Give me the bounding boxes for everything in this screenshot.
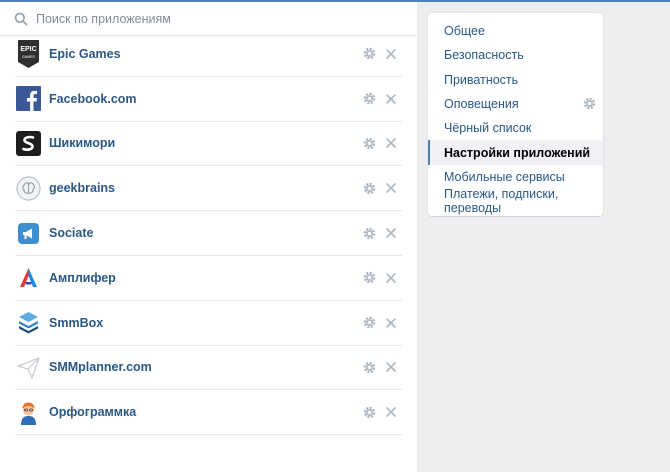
shikimori-logo (16, 130, 41, 156)
gear-icon[interactable] (362, 271, 376, 285)
gear-icon[interactable] (362, 226, 376, 240)
close-icon[interactable] (384, 271, 398, 285)
gear-icon[interactable] (362, 92, 376, 106)
app-row: Sociate (15, 211, 402, 256)
menu-item-label: Платежи, подписки, переводы (444, 187, 559, 216)
gear-icon[interactable] (362, 405, 376, 419)
amplifr-logo (16, 265, 41, 290)
menu-item-notifications[interactable]: Оповещения (428, 92, 603, 116)
settings-menu: Общее Безопасность Приватность Оповещени… (428, 13, 603, 216)
app-name[interactable]: Амплифер (49, 271, 116, 285)
close-icon[interactable] (384, 360, 398, 374)
search-bar (0, 2, 417, 36)
close-icon[interactable] (384, 47, 398, 61)
app-name[interactable]: Epic Games (49, 47, 121, 61)
apps-panel: dLogin EPICGAMES Epic Games Facebook.com (0, 2, 417, 472)
app-name[interactable]: Facebook.com (49, 92, 137, 106)
app-row: Facebook.com (15, 77, 402, 122)
geekbrains-logo (16, 176, 41, 201)
close-icon[interactable] (384, 316, 398, 330)
menu-item-mobile-services[interactable]: Мобильные сервисы (428, 165, 603, 189)
menu-item-blacklist[interactable]: Чёрный список (428, 116, 603, 140)
sociate-logo (16, 221, 41, 246)
svg-text:GAMES: GAMES (22, 55, 35, 59)
app-row: SMMplanner.com (15, 346, 402, 391)
gear-icon[interactable] (362, 360, 376, 374)
menu-item-label: Приватность (444, 72, 519, 87)
close-icon[interactable] (384, 405, 398, 419)
app-row: geekbrains (15, 166, 402, 212)
close-icon[interactable] (384, 136, 398, 150)
app-row: EPIC GAMES Epic Games (15, 32, 402, 77)
menu-item-payments[interactable]: Платежи, подписки, переводы (428, 187, 603, 216)
close-icon[interactable] (384, 226, 398, 240)
menu-item-privacy[interactable]: Приватность (428, 68, 603, 92)
gear-icon[interactable] (583, 97, 596, 110)
app-row: Амплифер (15, 256, 402, 301)
close-icon[interactable] (384, 181, 398, 195)
gear-icon[interactable] (362, 181, 376, 195)
app-row: SmmBox (15, 301, 402, 346)
epic-games-logo: EPIC GAMES (16, 39, 41, 68)
search-input[interactable] (36, 11, 356, 26)
app-name[interactable]: SMMplanner.com (49, 360, 152, 374)
close-icon[interactable] (384, 92, 398, 106)
svg-text:EPIC: EPIC (20, 46, 36, 53)
menu-item-app-settings[interactable]: Настройки приложений (428, 140, 603, 165)
menu-item-label: Общее (444, 24, 485, 39)
menu-item-general[interactable]: Общее (428, 19, 603, 43)
search-icon (14, 12, 28, 26)
menu-item-label: Оповещения (444, 97, 519, 112)
app-list: dLogin EPICGAMES Epic Games Facebook.com (15, 6, 402, 436)
app-name[interactable]: Шикимори (49, 136, 115, 150)
gear-icon[interactable] (362, 47, 376, 61)
menu-item-security[interactable]: Безопасность (428, 43, 603, 67)
menu-item-label: Настройки приложений (444, 145, 591, 160)
facebook-logo (16, 86, 41, 112)
gear-icon[interactable] (362, 136, 376, 150)
app-row: Шикимори (15, 122, 402, 167)
gear-icon[interactable] (362, 316, 376, 330)
menu-item-label: Чёрный список (444, 121, 532, 136)
smmplanner-logo (16, 355, 41, 380)
menu-item-label: Мобильные сервисы (444, 169, 565, 184)
app-name[interactable]: Орфограммка (49, 405, 136, 419)
app-row: Орфограммка (15, 390, 402, 436)
app-name[interactable]: geekbrains (49, 181, 115, 195)
orfogrammka-logo (16, 400, 41, 425)
menu-item-label: Безопасность (444, 48, 524, 63)
app-name[interactable]: Sociate (49, 226, 93, 240)
smmbox-logo (16, 310, 41, 335)
app-name[interactable]: SmmBox (49, 316, 103, 330)
